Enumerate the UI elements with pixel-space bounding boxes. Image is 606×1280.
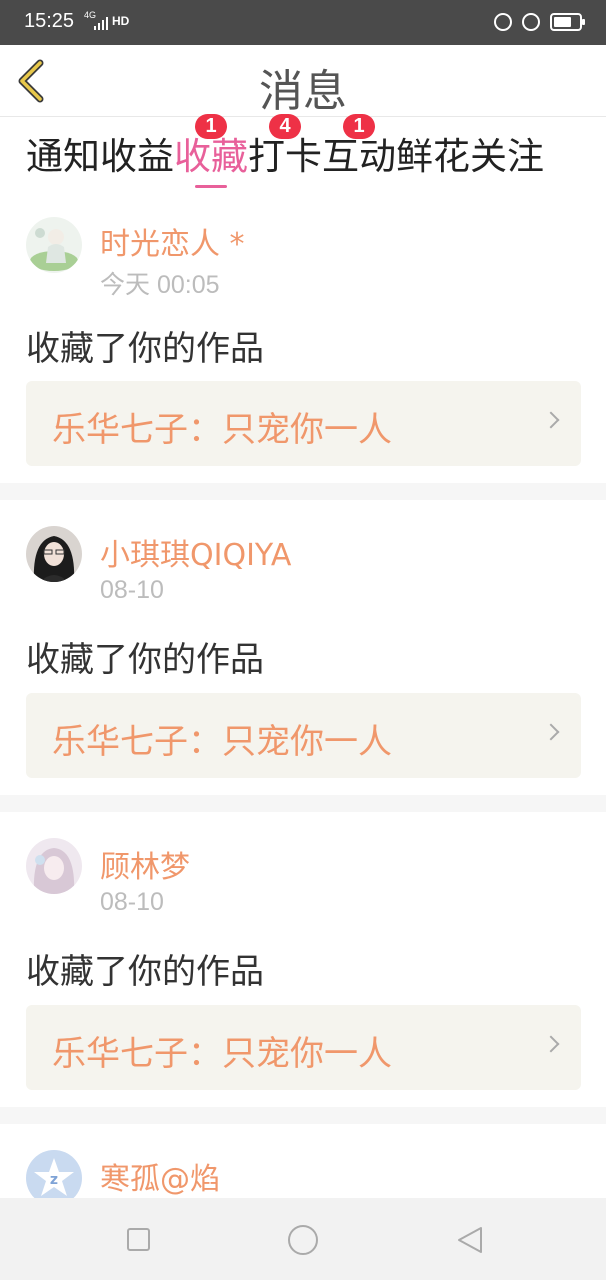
signal-icon xyxy=(94,17,108,30)
circle-icon[interactable] xyxy=(288,1225,318,1255)
username[interactable]: 寒孤@焰 xyxy=(100,1154,220,1198)
battery-icon xyxy=(550,13,585,31)
username[interactable]: 顾林梦 xyxy=(100,842,190,886)
app-header: 消息 xyxy=(0,45,606,117)
tab-label: 通知 xyxy=(26,135,100,178)
divider xyxy=(0,1107,606,1124)
notification-item: 小琪琪QIQIYA 08-10 收藏了你的作品 乐华七子：只宠你一人 xyxy=(0,500,606,795)
tab-flowers[interactable]: 鲜花 xyxy=(396,134,470,194)
timestamp: 08-10 xyxy=(100,576,164,604)
square-icon[interactable] xyxy=(127,1228,150,1251)
work-title: 乐华七子：只宠你一人 xyxy=(52,722,392,762)
work-link[interactable]: 乐华七子：只宠你一人 xyxy=(26,1005,581,1090)
tab-label: 互动 xyxy=(322,135,396,178)
tab-label: 收藏 xyxy=(174,135,248,178)
triangle-back-icon[interactable] xyxy=(455,1225,485,1255)
work-link[interactable]: 乐华七子：只宠你一人 xyxy=(26,693,581,778)
username[interactable]: 时光恋人 * xyxy=(100,219,245,263)
chevron-right-icon xyxy=(542,411,560,429)
work-link[interactable]: 乐华七子：只宠你一人 xyxy=(26,381,581,466)
timestamp: 08-10 xyxy=(100,888,164,916)
work-title: 乐华七子：只宠你一人 xyxy=(52,1034,392,1074)
status-bar: 15:25 4G HD xyxy=(0,0,606,45)
work-title: 乐华七子：只宠你一人 xyxy=(52,410,392,450)
unread-badge: 4 xyxy=(269,114,301,139)
status-time: 15:25 xyxy=(24,10,75,32)
active-tab-indicator xyxy=(195,185,227,188)
chevron-right-icon xyxy=(542,723,560,741)
tab-bar: 通知 收益 收藏 1 打卡 4 互动 1 鲜花 关注 xyxy=(26,114,544,194)
unread-badge: 1 xyxy=(195,114,227,139)
tab-label: 打卡 xyxy=(248,135,322,178)
chevron-right-icon xyxy=(542,1035,560,1053)
tab-interactions[interactable]: 互动 1 xyxy=(322,114,396,194)
timestamp: 今天 00:05 xyxy=(100,271,220,299)
action-text: 收藏了你的作品 xyxy=(26,640,264,680)
page-title: 消息 xyxy=(259,66,347,117)
tab-label: 关注 xyxy=(470,135,544,178)
avatar[interactable] xyxy=(26,217,82,273)
tab-earnings[interactable]: 收益 xyxy=(100,134,174,194)
hd-indicator: HD xyxy=(112,14,130,28)
username[interactable]: 小琪琪QIQIYA xyxy=(100,530,291,574)
svg-text:z: z xyxy=(50,1172,58,1188)
lock-icon xyxy=(494,13,512,31)
tab-label: 鲜花 xyxy=(396,135,470,178)
location-icon xyxy=(522,13,540,31)
notification-item: 时光恋人 * 今天 00:05 收藏了你的作品 乐华七子：只宠你一人 xyxy=(0,205,606,483)
avatar[interactable] xyxy=(26,838,82,894)
tab-label: 收益 xyxy=(100,135,174,178)
tab-checkin[interactable]: 打卡 4 xyxy=(248,114,322,194)
system-nav-bar xyxy=(0,1198,606,1280)
avatar[interactable] xyxy=(26,526,82,582)
unread-badge: 1 xyxy=(343,114,375,139)
notification-item: z 寒孤@焰 xyxy=(0,1124,606,1198)
tab-notifications[interactable]: 通知 xyxy=(26,134,100,194)
action-text: 收藏了你的作品 xyxy=(26,329,264,369)
avatar[interactable]: z xyxy=(26,1150,82,1198)
divider xyxy=(0,483,606,500)
notification-item: 顾林梦 08-10 收藏了你的作品 乐华七子：只宠你一人 xyxy=(0,812,606,1107)
action-text: 收藏了你的作品 xyxy=(26,952,264,992)
divider xyxy=(0,795,606,812)
tab-follows[interactable]: 关注 xyxy=(470,134,544,194)
tab-favorites[interactable]: 收藏 1 xyxy=(174,114,248,194)
